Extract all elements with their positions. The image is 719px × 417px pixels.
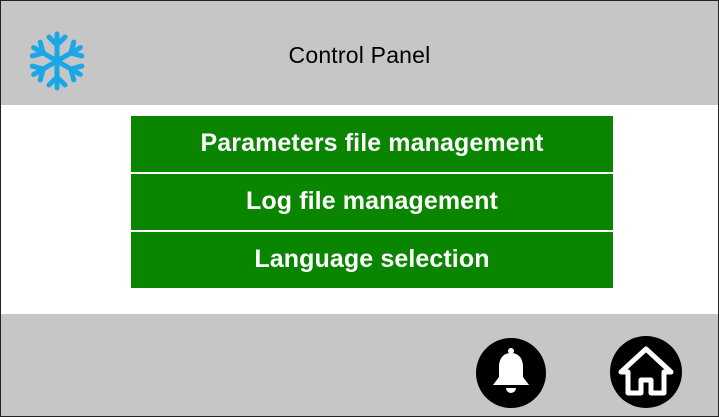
language-selection-button[interactable]: Language selection [131, 232, 613, 288]
footer-bar [1, 314, 718, 416]
main-menu: Parameters file management Log file mana… [131, 116, 613, 290]
control-panel-screen: Control Panel Parameters file management… [0, 0, 719, 417]
page-title: Control Panel [288, 42, 431, 68]
alarm-button[interactable] [475, 337, 547, 409]
parameters-file-management-button[interactable]: Parameters file management [131, 116, 613, 172]
log-file-management-button[interactable]: Log file management [131, 174, 613, 230]
header-bar: Control Panel [1, 1, 718, 105]
home-icon [610, 336, 682, 408]
bell-icon [476, 338, 546, 408]
home-button[interactable] [609, 335, 682, 408]
